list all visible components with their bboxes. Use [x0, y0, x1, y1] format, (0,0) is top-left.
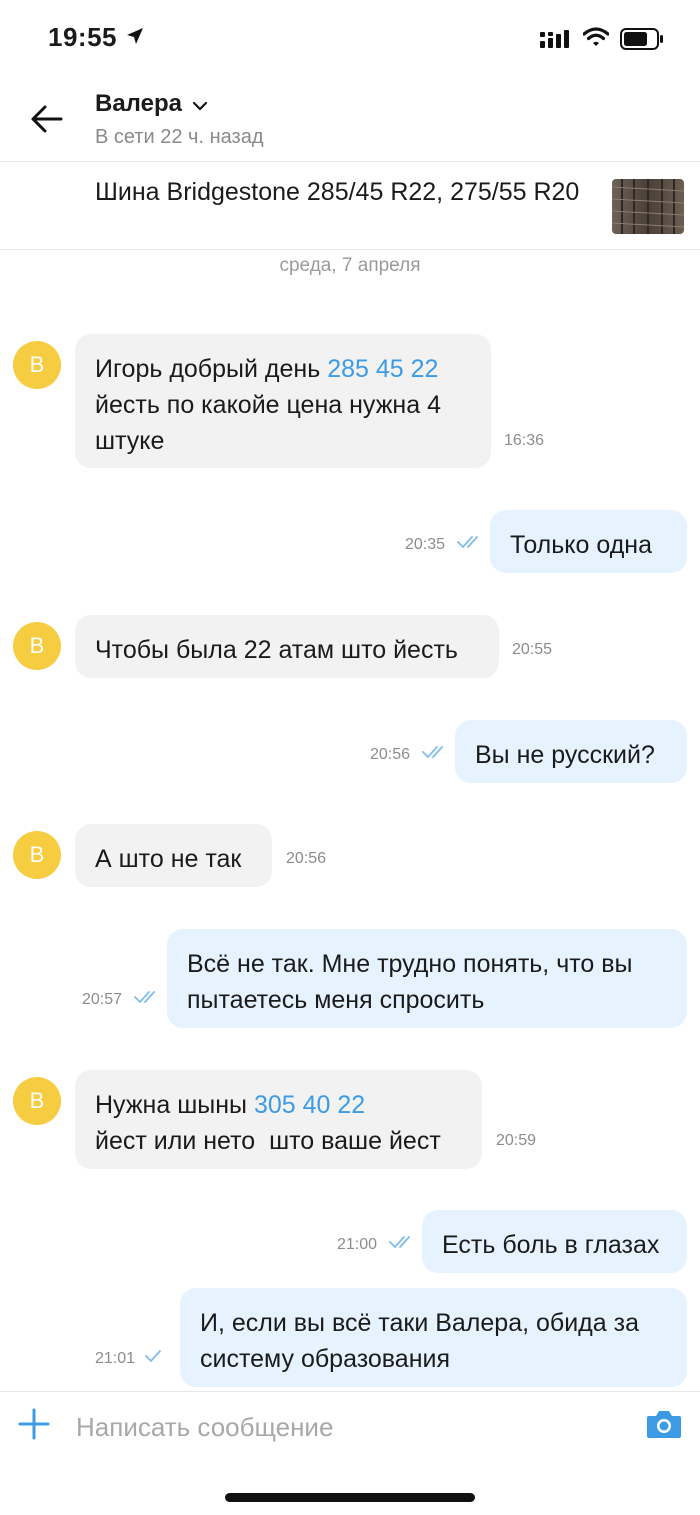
message-time: 20:35	[405, 536, 446, 553]
divider	[0, 249, 700, 250]
message-bubble-incoming[interactable]: А што не так	[75, 824, 272, 887]
message-bubble-outgoing[interactable]: Вы не русский?	[455, 720, 687, 783]
sent-tick-icon	[145, 1350, 161, 1363]
message-phone-link[interactable]: 285 45 22	[327, 355, 438, 383]
message-text: йесть по какойе цена нужна 4 штуке	[95, 391, 441, 455]
message-time: 20:55	[512, 641, 553, 658]
message-phone-link[interactable]: 305 40 22	[254, 1091, 365, 1119]
message-bubble-incoming[interactable]: Нужна шыны 305 40 22 йест или нето што в…	[75, 1070, 482, 1169]
divider	[0, 161, 700, 162]
message-time: 20:59	[496, 1132, 537, 1149]
avatar[interactable]: В	[13, 1077, 61, 1125]
message-time: 20:56	[370, 746, 411, 763]
read-ticks-icon	[134, 991, 155, 1004]
avatar[interactable]: В	[13, 341, 61, 389]
location-arrow-icon	[127, 28, 143, 44]
message-text: Игорь добрый день	[95, 355, 328, 383]
message-bubble-incoming[interactable]: Игорь добрый день 285 45 22 йесть по как…	[75, 334, 491, 468]
divider	[0, 1391, 700, 1392]
date-separator: среда, 7 апреля	[279, 255, 421, 276]
camera-icon[interactable]	[646, 1409, 682, 1439]
read-ticks-icon	[457, 536, 478, 549]
listing-title[interactable]: Шина Bridgestone 285/45 R22, 275/55 R20	[95, 174, 595, 210]
message-bubble-outgoing[interactable]: Всё не так. Мне трудно понять, что вы пы…	[167, 929, 687, 1028]
listing-thumbnail[interactable]	[612, 179, 684, 234]
message-time: 20:57	[82, 991, 123, 1008]
avatar[interactable]: В	[13, 622, 61, 670]
message-time: 21:01	[95, 1350, 136, 1367]
battery-icon	[620, 28, 663, 50]
contact-status: В сети 22 ч. назад	[95, 126, 264, 148]
avatar[interactable]: В	[13, 831, 61, 879]
message-text: йест или нето што ваше йест	[95, 1127, 441, 1155]
plus-icon[interactable]	[18, 1408, 50, 1440]
chevron-down-icon[interactable]	[192, 100, 208, 112]
contact-name[interactable]: Валера	[95, 90, 182, 118]
message-time: 21:00	[337, 1236, 378, 1253]
wifi-icon	[583, 27, 609, 46]
message-text: Нужна шыны	[95, 1091, 254, 1119]
read-ticks-icon	[422, 746, 443, 759]
status-time: 19:55	[48, 22, 117, 52]
message-bubble-outgoing[interactable]: Только одна	[490, 510, 687, 573]
home-indicator[interactable]	[225, 1493, 475, 1502]
message-time: 20:56	[286, 850, 327, 867]
message-time: 16:36	[504, 432, 545, 449]
message-bubble-outgoing[interactable]: Есть боль в глазах	[422, 1210, 687, 1273]
signal-icon	[540, 30, 569, 48]
back-arrow-icon[interactable]	[30, 102, 64, 136]
message-input[interactable]	[62, 1400, 638, 1454]
message-bubble-incoming[interactable]: Чтобы была 22 атам што йесть	[75, 615, 499, 678]
message-bubble-outgoing[interactable]: И, если вы всё таки Валера, обида за сис…	[180, 1288, 687, 1387]
read-ticks-icon	[389, 1236, 410, 1249]
